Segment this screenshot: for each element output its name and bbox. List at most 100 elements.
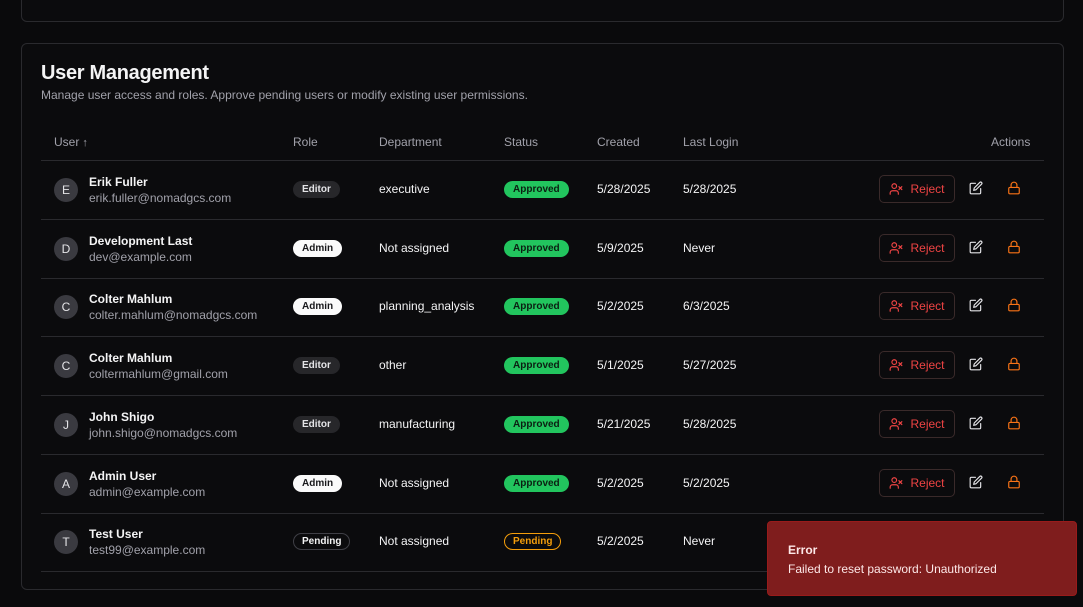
page-title: User Management (41, 62, 209, 84)
avatar: A (54, 472, 78, 496)
lock-icon[interactable] (1007, 240, 1023, 256)
user-management-panel: User Management Manage user access and r… (21, 43, 1064, 590)
table-row: C Colter Mahlum colter.mahlum@nomadgcs.com… (41, 278, 1044, 337)
role-badge: Admin (293, 298, 343, 315)
user-x-icon (890, 242, 903, 254)
role-badge: Pending (293, 533, 351, 550)
user-x-icon (890, 418, 903, 430)
last-login-cell: 5/28/2025 (683, 182, 737, 196)
column-header-created: Created (597, 135, 640, 149)
last-login-cell: Never (683, 241, 716, 255)
status-badge: Approved (504, 475, 569, 492)
last-login-cell: 5/27/2025 (683, 358, 737, 372)
department-cell: Not assigned (379, 476, 450, 490)
edit-icon[interactable] (969, 357, 985, 373)
user-name: Development Last (89, 234, 193, 248)
department-cell: executive (379, 182, 430, 196)
reject-button[interactable]: Reject (879, 351, 955, 379)
created-cell: 5/1/2025 (597, 358, 644, 372)
reject-button[interactable]: Reject (879, 410, 955, 438)
column-header-actions: Actions (991, 135, 1031, 149)
status-badge: Approved (504, 357, 569, 374)
column-header-last-login: Last Login (683, 135, 739, 149)
status-badge: Approved (504, 181, 569, 198)
last-login-cell: 5/28/2025 (683, 417, 737, 431)
avatar: E (54, 178, 78, 202)
role-badge: Admin (293, 240, 343, 257)
column-header-user-label: User (54, 135, 80, 149)
edit-icon[interactable] (969, 416, 985, 432)
user-email: john.shigo@nomadgcs.com (89, 426, 238, 440)
user-x-icon (890, 477, 903, 489)
edit-icon[interactable] (969, 181, 985, 197)
created-cell: 5/21/2025 (597, 417, 651, 431)
reject-button[interactable]: Reject (879, 234, 955, 262)
last-login-cell: 6/3/2025 (683, 299, 730, 313)
created-cell: 5/9/2025 (597, 241, 644, 255)
department-cell: manufacturing (379, 417, 456, 431)
avatar: T (54, 530, 78, 554)
user-x-icon (890, 300, 903, 312)
reject-label: Reject (910, 476, 945, 490)
role-badge: Admin (293, 475, 343, 492)
reject-button[interactable]: Reject (879, 175, 955, 203)
edit-icon[interactable] (969, 298, 985, 314)
reject-button[interactable]: Reject (879, 469, 955, 497)
user-email: test99@example.com (89, 543, 206, 557)
edit-icon[interactable] (969, 475, 985, 491)
reject-label: Reject (910, 417, 945, 431)
created-cell: 5/2/2025 (597, 299, 644, 313)
table-row: E Erik Fuller erik.fuller@nomadgcs.com Edit… (41, 161, 1044, 220)
table-row: J John Shigo john.shigo@nomadgcs.com Editor… (41, 396, 1044, 455)
avatar: D (54, 237, 78, 261)
reject-button[interactable]: Reject (879, 292, 955, 320)
last-login-cell: 5/2/2025 (683, 476, 730, 490)
user-email: dev@example.com (89, 250, 192, 264)
last-login-cell: Never (683, 534, 716, 548)
previous-panel (21, 0, 1064, 22)
created-cell: 5/2/2025 (597, 534, 644, 548)
user-x-icon (890, 183, 903, 195)
reject-label: Reject (910, 299, 945, 313)
page-description: Manage user access and roles. Approve pe… (41, 88, 528, 102)
table-row: D Development Last dev@example.com Admin Not… (41, 220, 1044, 279)
reject-label: Reject (910, 241, 945, 255)
edit-icon[interactable] (969, 240, 985, 256)
column-header-user[interactable]: User ↑ (54, 135, 88, 149)
column-header-department: Department (379, 135, 442, 149)
avatar: C (54, 354, 78, 378)
department-cell: Not assigned (379, 241, 450, 255)
avatar: J (54, 413, 78, 437)
table-header: User ↑ Role Department Status Created Las… (41, 128, 1044, 161)
status-badge: Approved (504, 240, 569, 257)
department-cell: planning_analysis (379, 299, 475, 313)
toast-title: Error (788, 543, 818, 557)
role-badge: Editor (293, 357, 340, 374)
lock-icon[interactable] (1007, 357, 1023, 373)
user-email: erik.fuller@nomadgcs.com (89, 191, 232, 205)
table-row: C Colter Mahlum coltermahlum@gmail.com Edit… (41, 337, 1044, 396)
user-email: admin@example.com (89, 485, 206, 499)
user-name: Test User (89, 527, 143, 541)
role-badge: Editor (293, 181, 340, 198)
user-name: Colter Mahlum (89, 292, 173, 306)
user-name: John Shigo (89, 410, 155, 424)
created-cell: 5/2/2025 (597, 476, 644, 490)
column-header-role: Role (293, 135, 318, 149)
lock-icon[interactable] (1007, 416, 1023, 432)
error-toast[interactable]: Error Failed to reset password: Unauthor… (767, 521, 1077, 596)
reject-label: Reject (910, 182, 945, 196)
sort-arrow-icon: ↑ (82, 137, 88, 149)
created-cell: 5/28/2025 (597, 182, 651, 196)
lock-icon[interactable] (1007, 298, 1023, 314)
column-header-status: Status (504, 135, 539, 149)
user-name: Admin User (89, 469, 157, 483)
role-badge: Editor (293, 416, 340, 433)
reject-label: Reject (910, 358, 945, 372)
status-badge: Pending (504, 533, 562, 550)
lock-icon[interactable] (1007, 475, 1023, 491)
lock-icon[interactable] (1007, 181, 1023, 197)
user-email: coltermahlum@gmail.com (89, 367, 228, 381)
table-row: A Admin User admin@example.com Admin Not ass… (41, 455, 1044, 514)
user-name: Erik Fuller (89, 175, 148, 189)
